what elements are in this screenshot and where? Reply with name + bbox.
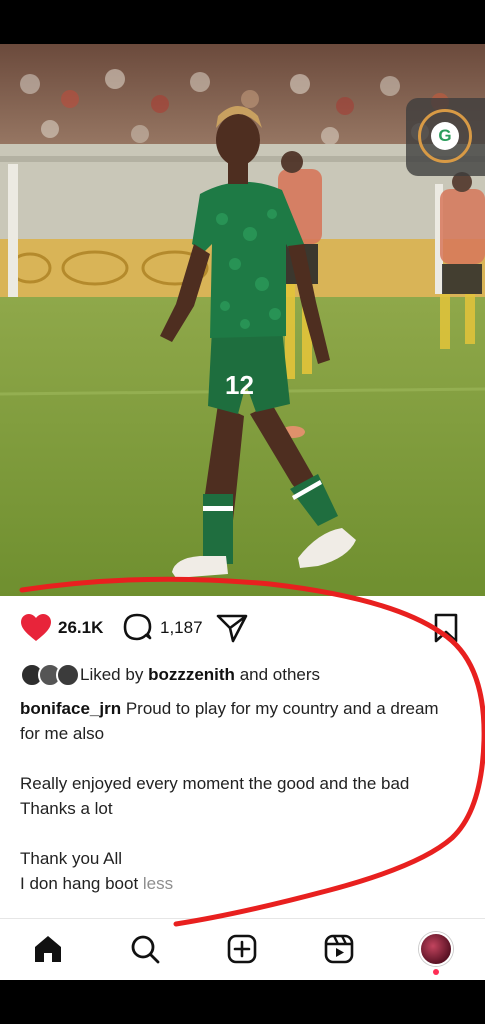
liked-by-prefix: Liked by [80, 665, 144, 684]
search-icon [131, 935, 160, 964]
notification-dot [433, 969, 439, 975]
jersey-number: 12 [225, 370, 254, 400]
nav-profile[interactable] [418, 931, 454, 975]
post-actions: 26.1K 1,187 [0, 606, 485, 650]
liked-by-suffix: and others [239, 665, 321, 684]
caption-username[interactable]: boniface_jrn [20, 699, 121, 718]
likes-count: 26.1K [58, 618, 104, 637]
share-button[interactable] [216, 612, 248, 644]
caption-line: Thanks a lot [20, 799, 113, 818]
avatar [419, 932, 453, 966]
floating-app-icon: G [418, 109, 472, 163]
status-bar [0, 0, 485, 44]
liked-by-user[interactable]: bozzzenith [148, 665, 235, 684]
post-caption: boniface_jrn Proud to play for my countr… [20, 696, 460, 896]
nav-search[interactable] [127, 931, 163, 967]
like-button[interactable]: 26.1K [20, 612, 103, 644]
post-content: 26.1K 1,187 Liked by bozzzenith and othe… [0, 596, 485, 918]
reels-icon [324, 934, 354, 964]
comment-icon [123, 613, 152, 641]
comment-button[interactable]: 1,187 [122, 612, 203, 644]
post-photo[interactable]: 12 G [0, 44, 485, 596]
bookmark-icon [434, 613, 458, 643]
caption-line: I don hang boot [20, 874, 139, 893]
caption-line: Thank you All [20, 849, 123, 868]
avatar [56, 663, 80, 687]
floating-app-button[interactable]: G [406, 98, 485, 176]
system-nav-bar [0, 980, 485, 1024]
comments-count: 1,187 [160, 618, 203, 637]
nav-home[interactable] [30, 931, 66, 967]
less-link[interactable]: less [143, 874, 173, 893]
nav-create[interactable] [224, 931, 260, 967]
share-icon [216, 614, 248, 643]
liked-by-line[interactable]: Liked by bozzzenith and others [20, 662, 320, 688]
nav-reels[interactable] [321, 931, 357, 967]
liker-avatars [20, 663, 88, 687]
save-button[interactable] [432, 612, 460, 644]
home-icon [35, 936, 61, 962]
bottom-nav [0, 918, 485, 980]
create-icon [227, 934, 257, 964]
heart-icon [21, 614, 51, 641]
caption-line: Really enjoyed every moment the good and… [20, 774, 410, 793]
